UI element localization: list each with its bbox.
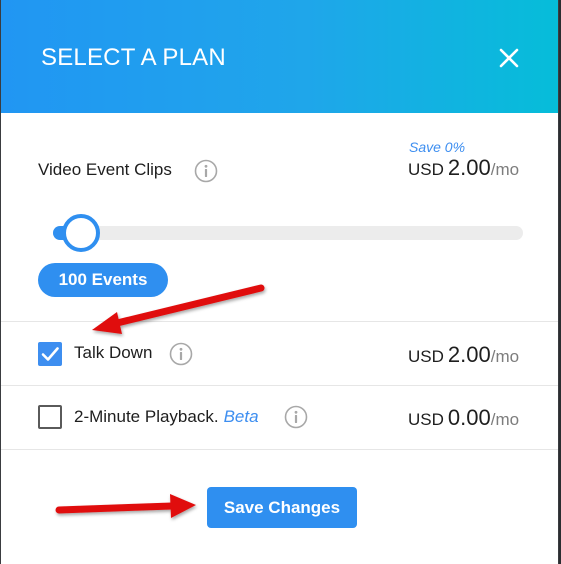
price-amount: 0.00 <box>447 405 491 430</box>
price-amount: 2.00 <box>447 155 491 180</box>
talk-down-price: USD 2.00/mo <box>408 342 519 368</box>
divider <box>1 321 558 322</box>
playback-label: 2-Minute Playback. Beta <box>74 407 259 427</box>
events-slider-track[interactable] <box>53 226 523 240</box>
price-period: /mo <box>490 347 520 366</box>
divider <box>1 385 558 386</box>
divider <box>1 449 558 450</box>
events-count-badge: 100 Events <box>38 263 168 297</box>
save-changes-button[interactable]: Save Changes <box>207 487 357 528</box>
playback-price: USD 0.00/mo <box>408 405 519 431</box>
info-icon[interactable] <box>194 159 218 183</box>
info-icon[interactable] <box>284 405 308 429</box>
savings-label: Save 0% <box>409 139 466 155</box>
talk-down-checkbox[interactable] <box>38 342 62 366</box>
price-period: /mo <box>490 160 520 179</box>
video-event-clips-label: Video Event Clips <box>38 160 172 179</box>
price-currency: USD <box>408 160 444 179</box>
playback-checkbox[interactable] <box>38 405 62 429</box>
modal-title: SELECT A PLAN <box>41 44 226 71</box>
price-period: /mo <box>490 410 520 429</box>
talk-down-label: Talk Down <box>74 343 153 362</box>
checkmark-icon <box>41 347 59 361</box>
select-plan-modal: SELECT A PLAN Video Event Clips Save 0% … <box>0 0 559 564</box>
video-clips-price: USD 2.00/mo <box>408 155 519 181</box>
price-currency: USD <box>408 410 444 429</box>
events-slider-thumb[interactable] <box>62 214 100 252</box>
playback-label-text: 2-Minute Playback. <box>74 407 219 426</box>
price-amount: 2.00 <box>447 342 491 367</box>
close-icon <box>499 48 519 68</box>
close-button[interactable] <box>495 44 523 72</box>
info-icon[interactable] <box>169 342 193 366</box>
beta-badge: Beta <box>223 407 259 426</box>
price-currency: USD <box>408 347 444 366</box>
modal-header: SELECT A PLAN <box>1 0 558 113</box>
